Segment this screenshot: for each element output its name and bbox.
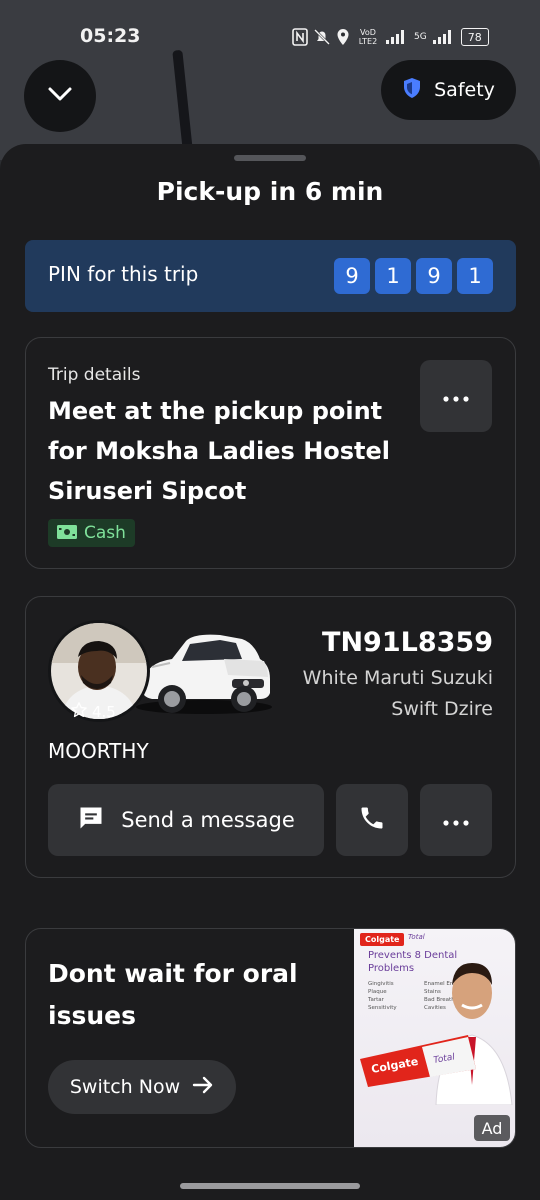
pin-digits: 9 1 9 1 [334,258,493,294]
safety-label: Safety [434,79,495,101]
shield-icon [402,77,422,103]
ad-benefit: Tartar [368,997,384,1003]
ad-brand-logo: Colgate [360,933,405,946]
switch-now-button[interactable]: Switch Now [48,1060,236,1114]
pickup-instructions: Meet at the pickup point for Moksha Ladi… [48,397,391,505]
ad-benefit: Plaque [368,989,387,995]
trip-details-label: Trip details [48,365,141,385]
pickup-eta-title: Pick-up in 6 min [156,177,384,206]
nfc-icon [292,27,308,47]
ad-benefit: Sensitivity [368,1005,397,1011]
pin-digit: 1 [375,258,411,294]
mute-bell-icon [314,27,330,47]
status-time: 05:23 [80,25,141,47]
ad-tag: Ad [474,1115,510,1141]
driver-rating: 4.5 [70,701,116,723]
send-message-button[interactable]: Send a message [48,784,324,856]
ad-title: Dont wait for oral issues [48,959,298,1030]
driver-more-button[interactable] [420,784,492,856]
call-driver-button[interactable] [336,784,408,856]
ad-card[interactable]: Dont wait for oral issues Switch Now Col… [25,928,516,1148]
pin-digit: 9 [334,258,370,294]
chevron-down-icon [47,86,73,106]
driver-card: 4.5 TN91L8359 White Maruti Suzuki Swift … [25,596,516,878]
cash-icon [57,524,77,543]
pin-label: PIN for this trip [48,262,199,286]
safety-button[interactable]: Safety [381,60,516,120]
battery-indicator: 78 [460,28,489,46]
trip-pin-banner: PIN for this trip 9 1 9 1 [25,240,516,312]
signal-icon [386,27,408,47]
ad-cta-label: Switch Now [69,1076,181,1098]
license-plate: TN91L8359 [322,627,493,658]
payment-badge: Cash [48,519,135,547]
trip-bottom-sheet: Pick-up in 6 min PIN for this trip 9 1 9… [0,144,540,1200]
home-indicator [180,1183,360,1189]
ad-product-logo: Total [408,933,425,941]
pin-digit: 9 [416,258,452,294]
message-icon [77,804,105,836]
arrow-right-icon [192,1076,214,1098]
car-model: White Maruti Suzuki Swift Dzire [302,667,493,720]
trip-details-card: Trip details Meet at the pickup point fo… [25,337,516,569]
sheet-grabber[interactable] [234,155,306,161]
phone-icon [358,804,386,836]
trip-more-button[interactable] [420,360,492,432]
ad-image: Colgate Total Prevents 8 Dental Problems… [354,929,515,1147]
payment-method-label: Cash [84,523,126,543]
driver-rating-value: 4.5 [92,703,116,721]
more-icon [443,811,469,830]
signal-icon-2 [432,27,455,47]
ad-benefit: Gingivitis [368,981,394,987]
collapse-button[interactable] [24,60,96,132]
location-icon [336,27,350,47]
star-icon [70,701,88,723]
ad-product-pack: Colgate Total [360,1035,476,1087]
network-label-1: VoD LTE2 [358,28,378,46]
driver-name: MOORTHY [48,739,149,763]
pin-digit: 1 [457,258,493,294]
status-icons: VoD LTE2 5G 78 [292,26,489,48]
send-message-label: Send a message [121,808,295,832]
more-icon [443,387,469,406]
network-label-2: 5G [414,32,427,42]
